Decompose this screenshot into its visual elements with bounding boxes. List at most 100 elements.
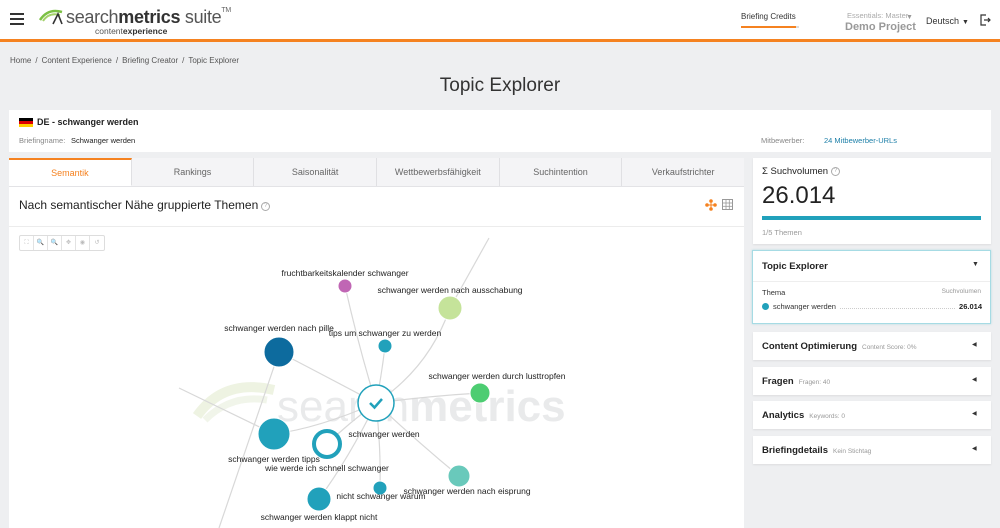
graph-center-label[interactable]: schwanger werden [348,429,420,439]
graph-node-circle[interactable] [257,417,291,451]
section-title: Nach semantischer Nähe gruppierte Themen… [19,198,271,212]
topics-count: 1/5 Themen [762,228,802,237]
dotted-leader [839,303,956,309]
expand-caret-icon[interactable]: ◀ [972,376,977,383]
collapse-caret-icon[interactable]: ▼ [972,261,979,268]
accordion-subtitle: Content Score: 0% [862,344,917,351]
tab-semantik[interactable]: Semantik [9,158,132,186]
accordion-fragen[interactable]: Fragen Fragen: 40 ◀ [753,367,991,395]
fit-icon[interactable]: ⛶ [20,236,34,250]
topic-explorer-card: Topic Explorer ▼ Thema Suchvolumen schwa… [752,250,991,324]
briefing-name-label: Briefingname: [19,136,66,145]
tab-bar: Semantik Rankings Saisonalität Wettbewer… [9,158,744,187]
breadcrumb-topic-explorer: Topic Explorer [188,56,240,65]
graph-view-icon[interactable] [705,199,717,211]
accordion-analytics[interactable]: Analytics Keywords: 0 ◀ [753,401,991,429]
search-volume-card: Σ Suchvolumen? 26.014 1/5 Themen [753,158,991,244]
graph-zoom-toolbar: ⛶ 🔍 🔍 ✥ ◉ ↺ [19,235,105,251]
graph-node-circle[interactable] [447,464,471,488]
german-flag-icon [19,118,33,127]
tab-saisonalitaet[interactable]: Saisonalität [254,158,378,186]
accordion-subtitle: Keywords: 0 [809,413,846,420]
briefing-credits-label[interactable]: Briefing Credits [741,12,796,21]
graph-node[interactable]: schwanger werden nach ausschabung [377,285,523,321]
graph-node[interactable]: schwanger werden nach pille [224,323,334,368]
graph-node-circle[interactable] [337,278,353,294]
zoom-in-icon[interactable]: 🔍 [34,236,48,250]
accordion-title: Content Optimierung Content Score: 0% [762,341,917,352]
graph-node-label[interactable]: wie werde ich schnell schwanger [264,463,389,473]
topic-row[interactable]: schwanger werden 26.014 [762,300,982,312]
tab-wettbewerbsfaehigkeit[interactable]: Wettbewerbsfähigkeit [377,158,500,186]
graph-node-circle[interactable] [263,336,295,368]
graph-node-label[interactable]: schwanger werden klappt nicht [261,512,378,522]
graph-node-circle[interactable] [312,429,342,459]
column-header-topic: Thema [762,288,786,297]
top-navigation-bar: searchmetrics suiteTM contentexperience … [0,0,1000,42]
tab-verkaufstrichter[interactable]: Verkaufstrichter [622,158,744,186]
reset-icon[interactable]: ↺ [90,236,104,250]
accordion-briefingdetails[interactable]: Briefingdetails Kein Stichtag ◀ [753,436,991,464]
graph-center-circle[interactable] [357,384,395,422]
search-volume-value: 26.014 [762,182,836,209]
graph-node-label[interactable]: nicht schwanger warum [336,491,425,501]
graph-node-label[interactable]: schwanger werden nach ausschabung [377,285,522,295]
search-volume-label: Σ Suchvolumen? [762,166,841,177]
breadcrumb-content-experience[interactable]: Content Experience [42,56,112,65]
tab-rankings[interactable]: Rankings [132,158,255,186]
graph-node[interactable]: tips um schwanger zu werden [329,328,442,354]
topic-name: schwanger werden [773,301,836,311]
project-name: Demo Project [845,21,916,33]
accordion-subtitle: Fragen: 40 [798,379,831,386]
accordion-content-optimierung[interactable]: Content Optimierung Content Score: 0% ◀ [753,332,991,360]
tab-suchintention[interactable]: Suchintention [500,158,623,186]
section-title-text: Nach semantischer Nähe gruppierte Themen [19,198,259,212]
breadcrumb: Home / Content Experience / Briefing Creator… [10,56,240,65]
pan-icon[interactable]: ✥ [62,236,76,250]
accordion-title: Fragen Fragen: 40 [762,376,831,387]
table-view-icon[interactable] [722,199,733,210]
competitors-label: Mitbewerber: [761,136,805,145]
expand-caret-icon[interactable]: ◀ [972,410,977,417]
help-icon[interactable]: ? [831,167,841,176]
language-caret-icon: ▼ [962,19,969,26]
searchmetrics-logo-icon [38,9,63,25]
topic-explorer-title[interactable]: Topic Explorer [762,261,828,272]
graph-node-label[interactable]: schwanger werden nach pille [224,323,334,333]
graph-node-label[interactable]: schwanger werden durch lusttropfen [428,371,565,381]
graph-node-label[interactable]: tips um schwanger zu werden [329,328,442,338]
graph-node-circle[interactable] [377,338,393,354]
topic-volume: 26.014 [959,301,982,311]
briefing-name: Schwanger werden [71,136,136,145]
zoom-out-icon[interactable]: 🔍 [48,236,62,250]
graph-node[interactable]: nicht schwanger warum [336,480,426,501]
graph-node-circle[interactable] [437,295,463,321]
logo-text: searchmetrics suiteTM [66,7,231,27]
breadcrumb-briefing-creator[interactable]: Briefing Creator [122,56,178,65]
section-divider [9,226,744,227]
column-header-volume: Suchvolumen [941,288,981,295]
language-selector[interactable]: Deutsch ▼ [926,16,969,26]
graph-node-label[interactable]: fruchtbarkeitskalender schwanger [281,268,408,278]
expand-caret-icon[interactable]: ◀ [972,445,977,452]
briefing-info-card: DE - schwanger werden Briefingname: Schw… [9,110,991,152]
graph-node-circle[interactable] [469,382,491,404]
accordion-subtitle: Kein Stichtag [833,448,872,455]
divider [753,281,990,282]
topic-network-graph[interactable]: searchmetrics fruchtbarkeitskalender sch… [9,158,744,528]
hamburger-menu-icon[interactable] [10,13,24,25]
breadcrumb-home[interactable]: Home [10,56,31,65]
help-icon[interactable]: ? [261,202,271,211]
search-volume-bar-fill [762,216,981,220]
competitors-link[interactable]: 24 Mitbewerber-URLs [824,136,897,145]
logout-icon[interactable] [979,14,991,26]
expand-caret-icon[interactable]: ◀ [972,341,977,348]
logo-subtitle: contentexperience [95,26,168,36]
graph-node-circle[interactable] [306,486,332,512]
briefing-credits-bar [741,26,799,28]
accordion-title: Briefingdetails Kein Stichtag [762,445,872,456]
briefing-credits-fill [741,26,797,28]
project-caret-icon[interactable]: ▼ [906,14,913,21]
center-icon[interactable]: ◉ [76,236,90,250]
page-title: Topic Explorer [439,75,561,96]
